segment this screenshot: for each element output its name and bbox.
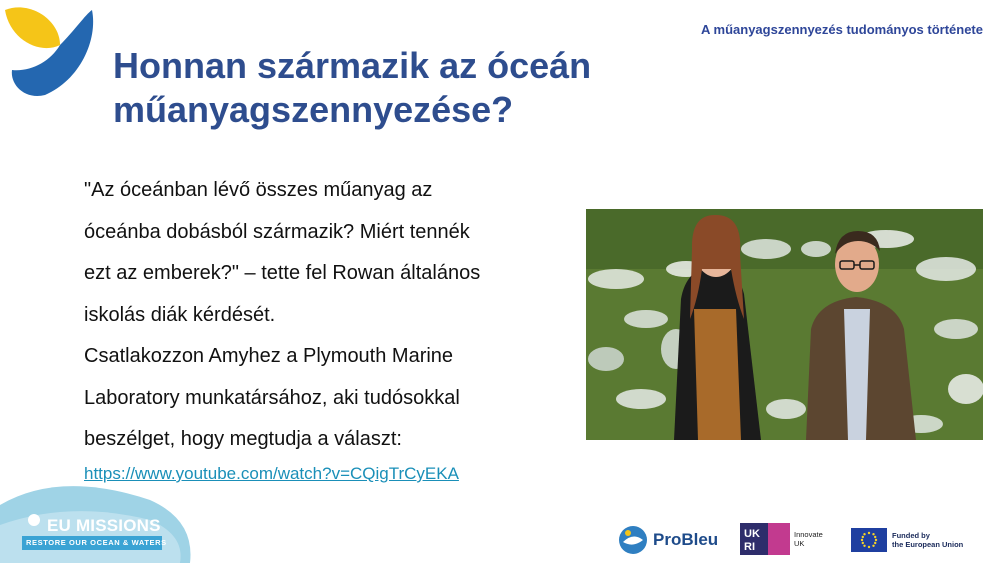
probleu-icon — [619, 526, 647, 554]
eu-flag-icon — [851, 528, 887, 552]
body-line: "Az óceánban lévő összes műanyag az — [84, 179, 433, 201]
eu-missions-subtitle: RESTORE OUR OCEAN & WATERS — [26, 538, 167, 547]
funded-line-1: Funded by — [892, 531, 930, 540]
body-line: Csatlakozzon Amyhez a Plymouth Marine — [84, 345, 454, 367]
svg-text:UK: UK — [744, 528, 760, 540]
slide-title-line-2: műanyagszennyezése? — [113, 89, 514, 130]
presentation-topic: A műanyagszennyezés tudományos története — [701, 22, 983, 37]
probleu-logo: ProBleu — [617, 524, 718, 556]
body-line: Laboratory munkatársához, aki tudósokkal — [84, 386, 460, 409]
body-line: iskolás diák kérdését. — [84, 303, 276, 326]
funded-line-2: the European Union — [892, 540, 964, 549]
brand-logo-mark — [5, 7, 94, 96]
ukri-line-1: Innovate — [794, 530, 823, 539]
probleu-label: ProBleu — [653, 530, 719, 549]
eu-funding-logo: Funded by the European Union — [851, 528, 963, 552]
slide-body-text: "Az óceánban lévő összes műanyag az óceá… — [84, 170, 564, 461]
ukri-line-2: UK — [794, 539, 805, 548]
body-line: ezt az emberek?" – tette fel Rowan által… — [84, 262, 481, 284]
video-thumbnail[interactable] — [586, 209, 983, 440]
slide-title: Honnan származik az óceán műanyagszennye… — [113, 44, 673, 132]
slide-title-line-1: Honnan származik az óceán — [113, 45, 592, 86]
body-line: beszélget, hogy megtudja a választ: — [84, 428, 402, 450]
body-line: óceánba dobásból származik? Miért tennék — [84, 220, 470, 243]
ukri-innovate-logo: UK RI Innovate UK — [740, 523, 823, 555]
eu-missions-label: EU MISSIONS — [47, 516, 161, 535]
ukri-mark: UK RI — [740, 523, 790, 555]
svg-text:RI: RI — [744, 541, 755, 553]
